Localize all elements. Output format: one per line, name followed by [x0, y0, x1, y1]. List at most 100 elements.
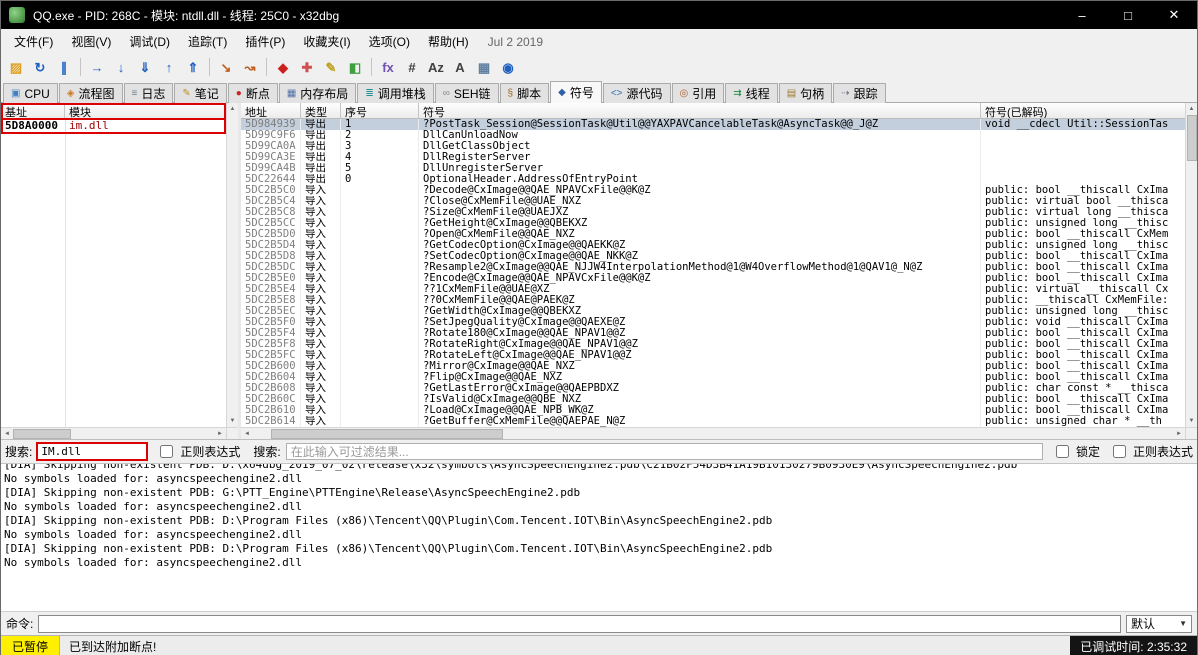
patch-icon[interactable]: ✚ [296, 56, 318, 78]
modules-hscrollbar[interactable]: ◄ ► [1, 427, 226, 439]
menu-item[interactable]: 文件(F) [5, 30, 62, 53]
symbols-header-type[interactable]: 类型 [301, 103, 341, 118]
memory-map-icon[interactable]: ▦ [473, 56, 495, 78]
strings-icon[interactable]: Az [425, 56, 447, 78]
scrollbar-thumb[interactable] [13, 429, 71, 439]
symbol-row[interactable]: 5DC2B5E0 导入 ?Encode@CxImage@@QAE_NPAVCxF… [241, 273, 1185, 284]
symbol-row[interactable]: 5D99CA0A 导出 3 DllGetClassObject [241, 141, 1185, 152]
tab-references[interactable]: ◎ 引用 [672, 83, 725, 103]
tab-log[interactable]: ≡ 日志 [124, 83, 174, 103]
label-icon[interactable]: ◧ [344, 56, 366, 78]
scrollbar-thumb[interactable] [1187, 115, 1197, 161]
step-over-icon[interactable]: ⇓ [134, 56, 156, 78]
symbol-row[interactable]: 5DC2B5C4 导入 ?Close@CxMemFile@@UAE_NXZ pu… [241, 196, 1185, 207]
symbol-row[interactable]: 5DC2B5EC 导入 ?GetWidth@CxImage@@QBEKXZ pu… [241, 306, 1185, 317]
tab-script[interactable]: § 脚本 [500, 83, 550, 103]
symbol-row[interactable]: 5DC2B610 导入 ?Load@CxImage@@QAE_NPB_WK@Z … [241, 405, 1185, 416]
symbol-row[interactable]: 5DC2B604 导入 ?Flip@CxImage@@QAE_NXZ publi… [241, 372, 1185, 383]
scrollbar-thumb[interactable] [271, 429, 503, 439]
modules-header-module[interactable]: 模块 [65, 103, 226, 118]
symbol-row[interactable]: 5DC2B5F0 导入 ?SetJpegQuality@CxImage@@QAE… [241, 317, 1185, 328]
command-input[interactable] [38, 615, 1121, 633]
assemble-icon[interactable]: A [449, 56, 471, 78]
scroll-left-icon[interactable]: ◄ [1, 431, 13, 437]
tab-trace[interactable]: ⇢ 跟踪 [833, 83, 885, 103]
breakpoint-icon[interactable]: ◆ [272, 56, 294, 78]
modules-header-base[interactable]: 基址 [1, 103, 65, 118]
menu-item[interactable]: 帮助(H) [419, 30, 478, 53]
symbol-row[interactable]: 5D99C9F6 导出 2 DllCanUnloadNow [241, 130, 1185, 141]
maximize-button[interactable]: □ [1105, 1, 1151, 29]
scroll-up-icon[interactable]: ▲ [1189, 103, 1195, 115]
step-into-icon[interactable]: ↓ [110, 56, 132, 78]
symbol-row[interactable]: 5DC2B5D0 导入 ?Open@CxMemFile@@QAE_NXZ pub… [241, 229, 1185, 240]
symbol-regex-checkbox[interactable] [1113, 445, 1126, 458]
scroll-right-icon[interactable]: ► [214, 431, 226, 437]
symbol-filter-input[interactable] [286, 443, 1043, 460]
symbol-row[interactable]: 5DC2B5C8 导入 ?Size@CxMemFile@@UAEJXZ publ… [241, 207, 1185, 218]
symbols-header-ordinal[interactable]: 序号 [341, 103, 419, 118]
menu-item[interactable]: 视图(V) [62, 30, 120, 53]
command-profile-select[interactable]: 默认 ▼ [1126, 615, 1192, 633]
menu-item[interactable]: 插件(P) [236, 30, 294, 53]
symbol-row[interactable]: 5DC2B5FC 导入 ?RotateLeft@CxImage@@QAE_NPA… [241, 350, 1185, 361]
trace-over-icon[interactable]: ↝ [239, 56, 261, 78]
symbol-row[interactable]: 5DC2B5C0 导入 ?Decode@CxImage@@QAE_NPAVCxF… [241, 185, 1185, 196]
symbol-row[interactable]: 5DC2B5D8 导入 ?SetCodecOption@CxImage@@QAE… [241, 251, 1185, 262]
symbol-row[interactable]: 5DC2B5E8 导入 ??0CxMemFile@@QAE@PAEK@Z pub… [241, 295, 1185, 306]
open-file-icon[interactable]: ▨ [5, 56, 27, 78]
run-to-user-code-icon[interactable]: ⇑ [182, 56, 204, 78]
module-regex-checkbox[interactable] [160, 445, 173, 458]
symbol-row[interactable]: 5DC2B608 导入 ?GetLastError@CxImage@@QAEPB… [241, 383, 1185, 394]
symbols-hscrollbar[interactable]: ◄ ► [241, 427, 1185, 439]
tab-notes[interactable]: ✎ 笔记 [174, 83, 226, 103]
tab-call-stack[interactable]: ≣ 调用堆栈 [357, 83, 433, 103]
comment-icon[interactable]: ✎ [320, 56, 342, 78]
pause-icon[interactable]: ∥ [53, 56, 75, 78]
lock-checkbox[interactable] [1056, 445, 1069, 458]
tab-source[interactable]: <> 源代码 [603, 83, 671, 103]
trace-into-icon[interactable]: ↘ [215, 56, 237, 78]
run-icon[interactable]: → [86, 56, 108, 78]
scroll-left-icon[interactable]: ◄ [241, 431, 253, 437]
tab-handles[interactable]: ▤ 句柄 [779, 83, 832, 103]
tab-cpu[interactable]: ▣ CPU [3, 83, 58, 103]
symbols-header-symbol[interactable]: 符号 [419, 103, 981, 118]
symbol-row[interactable]: 5D984939 导出 1 ?PostTask_Session@SessionT… [241, 119, 1185, 130]
scroll-up-icon[interactable]: ▲ [230, 103, 236, 115]
symbol-row[interactable]: 5DC2B5CC 导入 ?GetHeight@CxImage@@QBEKXZ p… [241, 218, 1185, 229]
symbols-header-address[interactable]: 地址 [241, 103, 301, 118]
tab-threads[interactable]: ⇉ 线程 [725, 83, 777, 103]
symbol-row[interactable]: 5DC2B5E4 导入 ??1CxMemFile@@UAE@XZ public:… [241, 284, 1185, 295]
restart-icon[interactable]: ↻ [29, 56, 51, 78]
symbol-row[interactable]: 5DC22644 导出 0 OptionalHeader.AddressOfEn… [241, 174, 1185, 185]
tab-symbols[interactable]: ◆ 符号 [550, 81, 602, 103]
tab-graph[interactable]: ◈ 流程图 [59, 83, 123, 103]
symbols-header-decorated[interactable]: 符号(已解码) [981, 103, 1185, 118]
minimize-button[interactable]: – [1059, 1, 1105, 29]
symbol-row[interactable]: 5DC2B5F4 导入 ?Rotate180@CxImage@@QAE_NPAV… [241, 328, 1185, 339]
preferences-icon[interactable]: ◉ [497, 56, 519, 78]
symbol-row[interactable]: 5DC2B5D4 导入 ?GetCodecOption@CxImage@@QAE… [241, 240, 1185, 251]
module-search-input[interactable] [37, 443, 147, 460]
symbol-row[interactable]: 5D99CA4B 导出 5 DllUnregisterServer [241, 163, 1185, 174]
execute-till-return-icon[interactable]: ↑ [158, 56, 180, 78]
close-button[interactable]: ✕ [1151, 1, 1197, 29]
menu-item[interactable]: 调试(D) [120, 30, 179, 53]
menu-item[interactable]: 追踪(T) [179, 30, 236, 53]
symbol-row[interactable]: 5DC2B5F8 导入 ?RotateRight@CxImage@@QAE_NP… [241, 339, 1185, 350]
symbol-row[interactable]: 5D99CA3E 导出 4 DllRegisterServer [241, 152, 1185, 163]
scroll-down-icon[interactable]: ▼ [230, 415, 236, 427]
modules-vscrollbar[interactable]: ▲ ▼ [226, 103, 238, 427]
symbol-row[interactable]: 5DC2B60C 导入 ?IsValid@CxImage@@QBE_NXZ pu… [241, 394, 1185, 405]
menu-item[interactable]: 选项(O) [360, 30, 419, 53]
tab-memory-map[interactable]: ▦ 内存布局 [279, 83, 356, 103]
symbol-row[interactable]: 5DC2B5DC 导入 ?Resample2@CxImage@@QAE_NJJW… [241, 262, 1185, 273]
scroll-right-icon[interactable]: ► [1173, 431, 1185, 437]
tab-breakpoints[interactable]: ● 断点 [228, 83, 278, 103]
menu-item[interactable]: 收藏夹(I) [294, 30, 359, 53]
function-icon[interactable]: fx [377, 56, 399, 78]
scroll-down-icon[interactable]: ▼ [1189, 415, 1195, 427]
symbol-row[interactable]: 5DC2B614 导入 ?GetBuffer@CxMemFile@@QAEPAE… [241, 416, 1185, 427]
symbol-row[interactable]: 5DC2B600 导入 ?Mirror@CxImage@@QAE_NXZ pub… [241, 361, 1185, 372]
